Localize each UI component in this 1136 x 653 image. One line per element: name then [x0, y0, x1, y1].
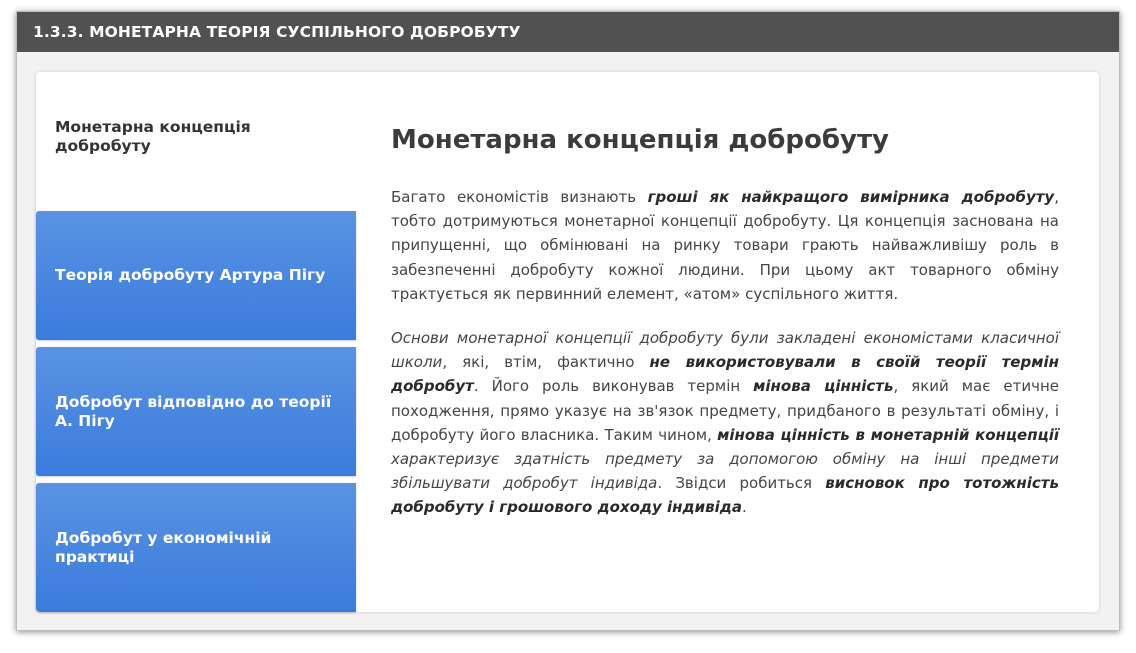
text-run: . [742, 498, 747, 517]
text-run: , які, втім, фактично [442, 353, 650, 372]
lesson-window: 1.3.3. МОНЕТАРНА ТЕОРІЯ СУСПІЛЬНОГО ДОБР… [16, 11, 1120, 631]
tab-list: Монетарна концепція добробуту Теорія доб… [36, 72, 356, 612]
tab-pigou-theory[interactable]: Теорія добробуту Артура Пігу [36, 211, 356, 340]
tab-panel: Монетарна концепція добробуту Теорія доб… [36, 72, 1099, 612]
tab-welfare-pigou[interactable]: Добробут відповідно до теорії А. Пігу [36, 347, 356, 476]
tab-content: Монетарна концепція добробуту Багато еко… [391, 123, 1059, 540]
tab-monetary-concept[interactable]: Монетарна концепція добробуту [36, 72, 356, 202]
text-run: . Звідси робиться [657, 474, 826, 493]
tab-label: Добробут відповідно до теорії А. Пігу [55, 392, 332, 430]
emphasis-run: мінова цінність [753, 377, 894, 396]
content-heading: Монетарна концепція добробуту [391, 125, 889, 155]
text-run: . Його роль виконував термін [473, 377, 754, 396]
emphasis-run: мінова цінність в монетарній концепції [717, 425, 1059, 444]
paragraph-1: Багато економістів визнають гроші як най… [391, 185, 1059, 306]
tab-label: Теорія добробуту Артура Пігу [55, 266, 326, 284]
emphasis-run: гроші як найкращого вимірника добробуту [647, 188, 1055, 206]
paragraph-2: Основи монетарної концепції добробуту бу… [391, 326, 1059, 520]
section-title: 1.3.3. МОНЕТАРНА ТЕОРІЯ СУСПІЛЬНОГО ДОБР… [17, 12, 1119, 52]
tab-label: Добробут у економічній практиці [55, 528, 272, 566]
text-run: Багато економістів визнають [391, 188, 648, 206]
tab-welfare-practice[interactable]: Добробут у економічній практиці [36, 483, 356, 612]
tab-label: Монетарна концепція добробуту [55, 118, 251, 155]
